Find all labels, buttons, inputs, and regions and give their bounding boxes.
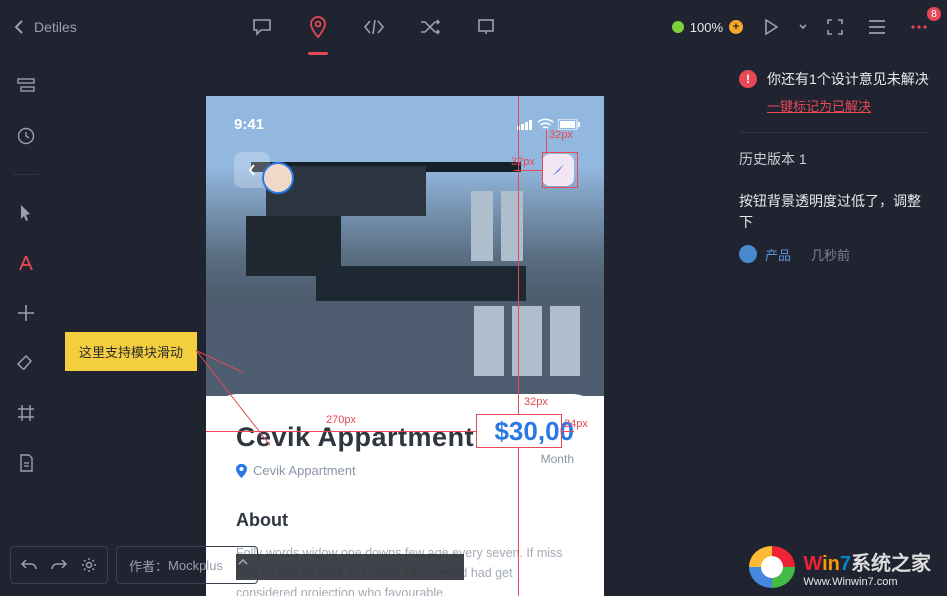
measure-line (546, 130, 547, 154)
top-toolbar: Detiles 100% + 8 (0, 0, 947, 54)
watermark-brand: Win7系统之家 (803, 547, 931, 576)
undo-icon[interactable] (21, 558, 37, 572)
layers-icon[interactable] (12, 72, 40, 100)
pointer-tool-icon[interactable] (12, 199, 40, 227)
status-time: 9:41 (234, 116, 264, 133)
chevron-left-icon (14, 20, 24, 34)
history-icon[interactable] (12, 122, 40, 150)
chevron-down-icon[interactable] (799, 21, 807, 33)
right-panel: ! 你还有1个设计意见未解决 一键标记为已解决 历史版本 1 按钮背景透明度过低… (721, 54, 947, 596)
user-avatar[interactable] (262, 162, 294, 194)
hero-image: 9:41 32px 32px (206, 96, 604, 396)
left-tool-rail (0, 54, 52, 596)
code-tool-icon[interactable] (360, 13, 388, 41)
text-tool-icon[interactable] (12, 249, 40, 277)
measure-line (518, 448, 519, 596)
redo-icon[interactable] (51, 558, 67, 572)
comment-meta: 产品 几秒前 (739, 245, 929, 264)
about-heading: About (236, 510, 574, 531)
selection-box[interactable] (542, 152, 578, 188)
panel-divider (739, 132, 929, 133)
toolbar-right: 100% + 8 (672, 13, 933, 41)
measure-label: 32px (511, 156, 535, 168)
menu-icon[interactable] (863, 13, 891, 41)
more-icon[interactable]: 8 (905, 13, 933, 41)
measure-line (206, 431, 476, 432)
history-version-label[interactable]: 历史版本 1 (739, 149, 929, 169)
details-card: Cevik Appartment Cevik Appartment $30,00… (206, 394, 604, 596)
author-name: Mockplus (168, 558, 223, 573)
plus-icon[interactable]: + (729, 20, 743, 34)
watermark-logo (749, 546, 795, 588)
zoom-control[interactable]: 100% + (672, 20, 743, 35)
add-tool-icon[interactable] (12, 299, 40, 327)
pin-tool-icon[interactable] (304, 13, 332, 41)
bottom-controls: 作者： Mockplus (10, 546, 258, 584)
author-prefix: 作者： (129, 556, 168, 575)
comment-time: 几秒前 (811, 245, 850, 264)
comment-pin[interactable]: 这里支持模块滑动 (65, 332, 197, 371)
toolbar-center (77, 13, 672, 41)
watermark: Win7系统之家 Www.Winwin7.com (749, 546, 931, 588)
notification-badge: 8 (927, 7, 941, 21)
settings-icon[interactable] (81, 557, 97, 573)
present-tool-icon[interactable] (472, 13, 500, 41)
comment-tool-icon[interactable] (248, 13, 276, 41)
pin-icon (236, 464, 247, 478)
play-icon[interactable] (757, 13, 785, 41)
commenter-name[interactable]: 产品 (765, 245, 791, 264)
resolve-all-link[interactable]: 一键标记为已解决 (767, 96, 871, 115)
measure-label: 270px (326, 414, 356, 426)
warning-icon: ! (739, 70, 757, 88)
page-title: Detiles (34, 19, 77, 35)
minus-icon[interactable] (672, 21, 684, 33)
comment-body: 按钮背景透明度过低了，调整下 (739, 191, 929, 233)
eraser-tool-icon[interactable] (12, 349, 40, 377)
grid-tool-icon[interactable] (12, 399, 40, 427)
fullscreen-icon[interactable] (821, 13, 849, 41)
document-tool-icon[interactable] (12, 449, 40, 477)
rail-divider (13, 174, 39, 175)
commenter-avatar[interactable] (739, 245, 757, 263)
canvas-area[interactable]: 9:41 32px 32px Cevik Appartment (52, 54, 721, 596)
author-selector[interactable]: 作者： Mockplus (116, 546, 258, 584)
measure-line (562, 431, 574, 432)
measure-label: 32px (524, 396, 548, 408)
measure-label: 24px (564, 418, 588, 430)
measure-line (518, 96, 519, 414)
price-period: Month (541, 452, 574, 466)
watermark-url: Www.Winwin7.com (803, 576, 931, 588)
selection-box[interactable] (476, 414, 562, 448)
measure-label: 32px (549, 129, 573, 141)
apartment-location: Cevik Appartment (236, 463, 574, 478)
zoom-value: 100% (690, 20, 723, 35)
artboard[interactable]: 9:41 32px 32px Cevik Appartment (206, 96, 604, 596)
warning-row: ! 你还有1个设计意见未解决 (739, 70, 929, 90)
back-button[interactable]: Detiles (14, 19, 77, 35)
shuffle-tool-icon[interactable] (416, 13, 444, 41)
chevron-up-icon (237, 557, 249, 567)
history-controls (10, 546, 108, 584)
status-bar: 9:41 (234, 116, 580, 133)
signal-icon (517, 119, 533, 130)
text-overlay (236, 554, 464, 580)
warning-text: 你还有1个设计意见未解决 (767, 70, 929, 90)
